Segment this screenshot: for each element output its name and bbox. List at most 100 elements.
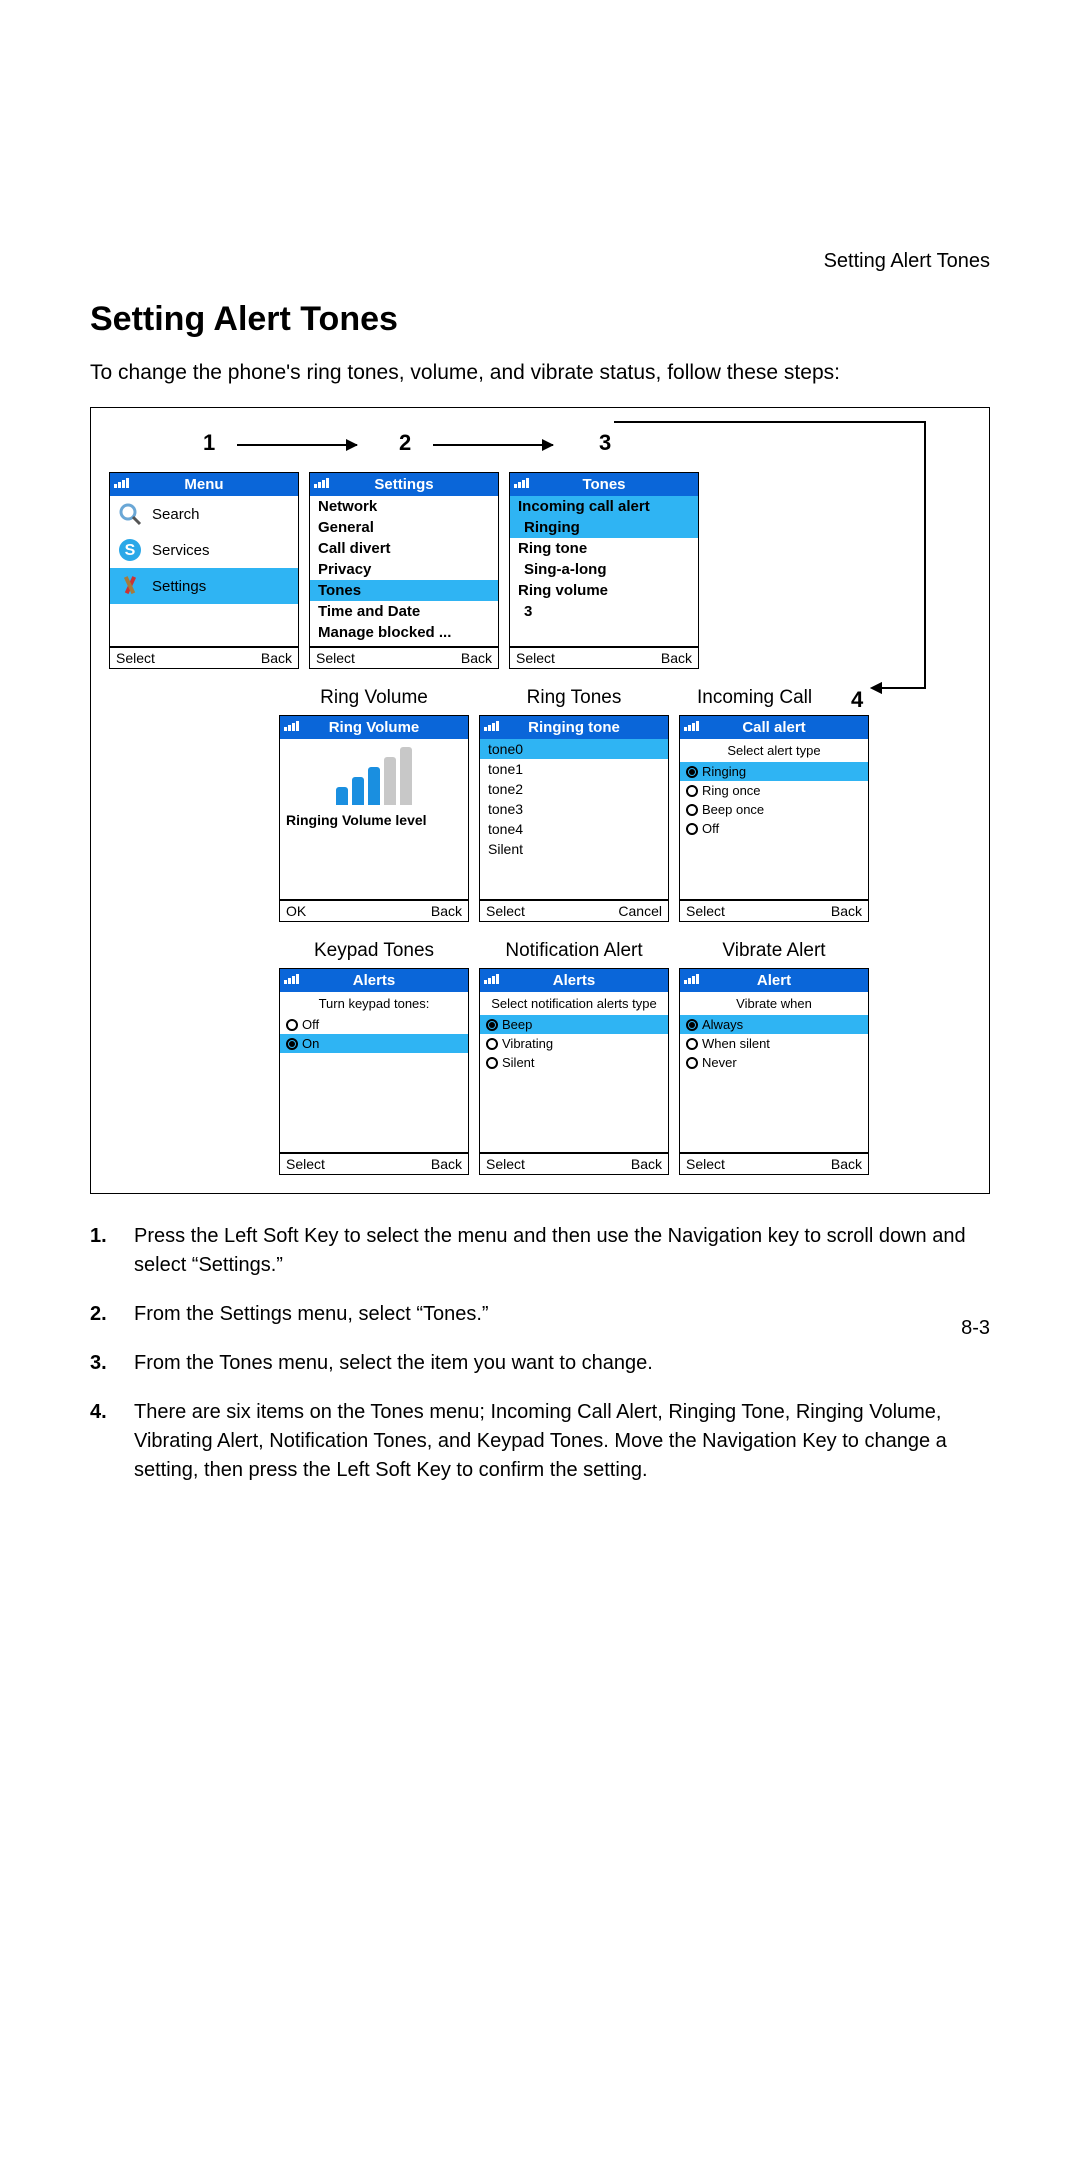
settings-item[interactable]: Call divert bbox=[310, 538, 498, 559]
screen-label-notification: Notification Alert bbox=[479, 940, 669, 962]
search-icon bbox=[116, 500, 144, 528]
tone-option[interactable]: tone3 bbox=[480, 799, 668, 819]
title: Tones bbox=[582, 476, 625, 493]
notification-caption: Select notification alerts type bbox=[480, 992, 668, 1015]
radio-icon bbox=[486, 1057, 498, 1069]
menu-item-search[interactable]: Search bbox=[110, 496, 298, 532]
titlebar: Settings bbox=[310, 473, 498, 496]
screen-label-incoming-call: Incoming Call bbox=[679, 687, 869, 709]
radio-icon bbox=[686, 1038, 698, 1050]
radio-icon bbox=[286, 1019, 298, 1031]
figure-box: 1 2 3 Menu Search S bbox=[90, 407, 990, 1194]
step-number-1: 1 bbox=[203, 430, 215, 456]
settings-item[interactable]: Manage blocked ... bbox=[310, 622, 498, 643]
tones-header[interactable]: Ring tone bbox=[510, 538, 698, 559]
vibrate-option[interactable]: Always bbox=[680, 1015, 868, 1034]
softkey-right[interactable]: Back bbox=[661, 650, 692, 666]
signal-icon bbox=[314, 478, 329, 488]
settings-item[interactable]: Privacy bbox=[310, 559, 498, 580]
menu-item-settings[interactable]: Settings bbox=[110, 568, 298, 604]
radio-icon bbox=[686, 1057, 698, 1069]
arrow-icon bbox=[237, 444, 357, 446]
softkey-left[interactable]: OK bbox=[286, 903, 306, 919]
screens-row-1: Menu Search S Services bbox=[109, 472, 971, 669]
step-number-4: 4 bbox=[851, 687, 863, 713]
arrow-icon bbox=[433, 444, 553, 446]
softkey-left[interactable]: Select bbox=[686, 1156, 725, 1172]
settings-item-tones[interactable]: Tones bbox=[310, 580, 498, 601]
title: Alerts bbox=[553, 972, 596, 989]
radio-icon bbox=[686, 1019, 698, 1031]
vibrate-caption: Vibrate when bbox=[680, 992, 868, 1015]
softkey-right[interactable]: Back bbox=[831, 1156, 862, 1172]
alert-option[interactable]: Ring once bbox=[680, 781, 868, 800]
phone-call-alert: Call alert Select alert type Ringing Rin… bbox=[679, 715, 869, 922]
keypad-option[interactable]: Off bbox=[280, 1015, 468, 1034]
softkey-left[interactable]: Select bbox=[486, 1156, 525, 1172]
tones-header[interactable]: Incoming call alert bbox=[510, 496, 698, 517]
tone-option[interactable]: tone1 bbox=[480, 759, 668, 779]
step-text: Press the Left Soft Key to select the me… bbox=[134, 1222, 990, 1280]
alert-caption: Select alert type bbox=[680, 739, 868, 762]
menu-item-services[interactable]: S Services bbox=[110, 532, 298, 568]
softkey-left[interactable]: Select bbox=[316, 650, 355, 666]
softkey-left[interactable]: Select bbox=[516, 650, 555, 666]
step-number-2: 2 bbox=[399, 430, 411, 456]
menu-item-label: Search bbox=[152, 506, 200, 523]
alert-option[interactable]: Off bbox=[680, 819, 868, 838]
softkey-right[interactable]: Back bbox=[431, 903, 462, 919]
keypad-option[interactable]: On bbox=[280, 1034, 468, 1053]
tone-option[interactable]: tone0 bbox=[480, 739, 668, 759]
softkey-right[interactable]: Back bbox=[261, 650, 292, 666]
tone-option[interactable]: Silent bbox=[480, 839, 668, 859]
settings-item[interactable]: Time and Date bbox=[310, 601, 498, 622]
notification-option[interactable]: Silent bbox=[480, 1053, 668, 1072]
notification-option[interactable]: Vibrating bbox=[480, 1034, 668, 1053]
title: Menu bbox=[184, 476, 223, 493]
step-text: From the Settings menu, select “Tones.” bbox=[134, 1300, 990, 1329]
tone-option[interactable]: tone4 bbox=[480, 819, 668, 839]
softkey-right[interactable]: Back bbox=[831, 903, 862, 919]
softkey-right[interactable]: Back bbox=[431, 1156, 462, 1172]
step-bullet: 1. bbox=[90, 1222, 134, 1280]
instruction-item: 4.There are six items on the Tones menu;… bbox=[90, 1398, 990, 1485]
instruction-item: 3.From the Tones menu, select the item y… bbox=[90, 1349, 990, 1378]
softkey-left[interactable]: Select bbox=[486, 903, 525, 919]
softkey-right[interactable]: Back bbox=[631, 1156, 662, 1172]
radio-icon bbox=[286, 1038, 298, 1050]
title: Alerts bbox=[353, 972, 396, 989]
alert-option[interactable]: Beep once bbox=[680, 800, 868, 819]
tones-header[interactable]: Ring volume bbox=[510, 580, 698, 601]
signal-icon bbox=[484, 974, 499, 984]
tone-option[interactable]: tone2 bbox=[480, 779, 668, 799]
signal-icon bbox=[684, 721, 699, 731]
tools-icon bbox=[116, 572, 144, 600]
settings-item[interactable]: General bbox=[310, 517, 498, 538]
notification-option[interactable]: Beep bbox=[480, 1015, 668, 1034]
signal-icon bbox=[284, 721, 299, 731]
alert-option[interactable]: Ringing bbox=[680, 762, 868, 781]
volume-bars-icon[interactable] bbox=[280, 739, 468, 809]
title: Ring Volume bbox=[329, 719, 420, 736]
title: Ringing tone bbox=[528, 719, 620, 736]
vibrate-option[interactable]: When silent bbox=[680, 1034, 868, 1053]
radio-icon bbox=[686, 823, 698, 835]
softkey-left[interactable]: Select bbox=[286, 1156, 325, 1172]
title: Alert bbox=[757, 972, 791, 989]
signal-icon bbox=[684, 974, 699, 984]
phone-vibrate: Alert Vibrate when Always When silent Ne… bbox=[679, 968, 869, 1175]
step-text: From the Tones menu, select the item you… bbox=[134, 1349, 990, 1378]
softkey-right[interactable]: Cancel bbox=[618, 903, 662, 919]
svg-text:S: S bbox=[125, 542, 136, 559]
instruction-item: 2.From the Settings menu, select “Tones.… bbox=[90, 1300, 990, 1329]
tones-value: Sing-a-long bbox=[510, 559, 698, 580]
settings-item[interactable]: Network bbox=[310, 496, 498, 517]
tones-value: 3 bbox=[510, 601, 698, 622]
phone-ring-tones: Ringing tone tone0 tone1 tone2 tone3 ton… bbox=[479, 715, 669, 922]
signal-icon bbox=[284, 974, 299, 984]
vibrate-option[interactable]: Never bbox=[680, 1053, 868, 1072]
softkey-left[interactable]: Select bbox=[116, 650, 155, 666]
softkey-right[interactable]: Back bbox=[461, 650, 492, 666]
softkey-left[interactable]: Select bbox=[686, 903, 725, 919]
titlebar: Tones bbox=[510, 473, 698, 496]
